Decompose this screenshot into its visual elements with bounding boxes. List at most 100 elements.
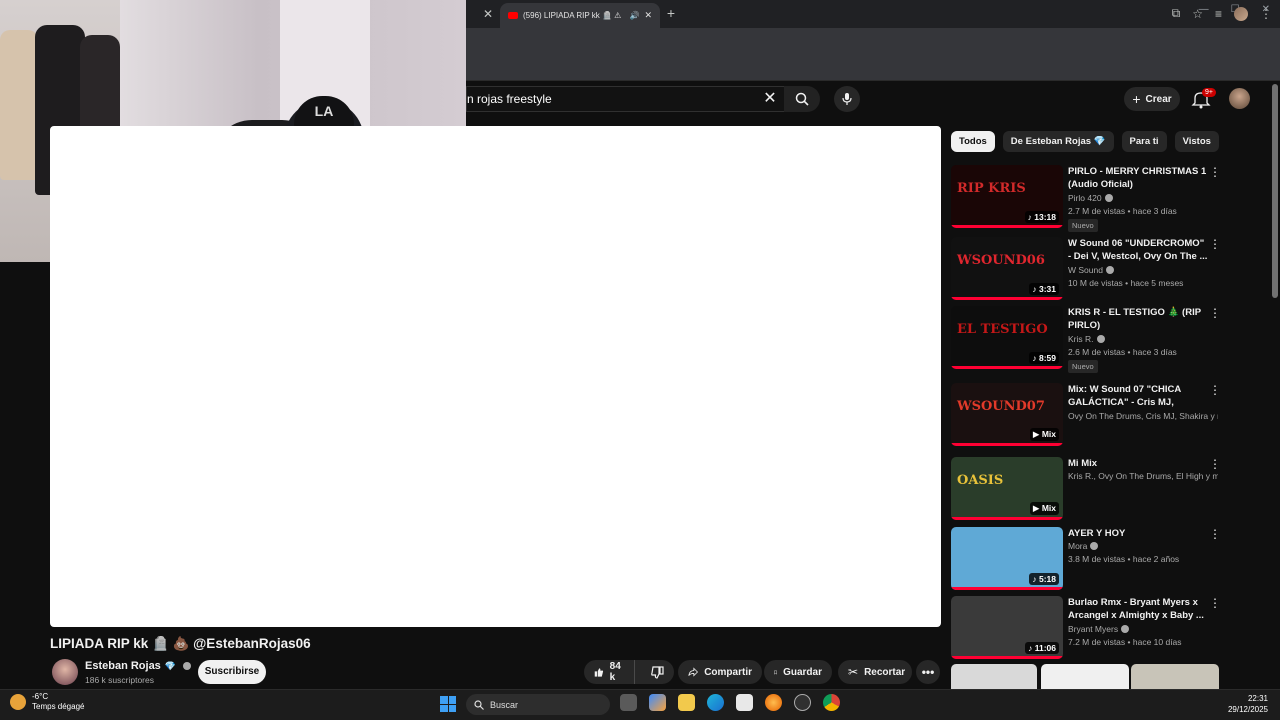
weather-sun-icon [10, 694, 26, 710]
windows-start-icon[interactable] [440, 696, 456, 712]
search-input[interactable]: n rojas freestyle [466, 86, 784, 112]
recommendation-meta: 3.8 M de vistas • hace 2 años [1068, 554, 1180, 564]
tab-close-button[interactable]: ✕ [644, 10, 652, 21]
watch-progress-bar [951, 366, 1063, 369]
plus-icon: + [1132, 91, 1141, 107]
recommendation-title[interactable]: Mi Mix [1068, 457, 1208, 470]
address-bar-actions: ⧉ ☆ ≡ ⋮ [1172, 6, 1272, 21]
media-control-icon[interactable]: ≡ [1215, 7, 1222, 21]
more-options-icon[interactable]: ⋮ [1209, 528, 1221, 540]
youtube-favicon-icon [508, 12, 518, 19]
clock-date: 29/12/2025 [1227, 705, 1268, 714]
recommendation-channel[interactable]: W Sound [1068, 265, 1218, 275]
chip-todos[interactable]: Todos [951, 131, 995, 152]
verified-check-icon [1090, 542, 1099, 550]
profile-avatar-icon[interactable] [1234, 6, 1248, 21]
chrome-icon[interactable] [823, 694, 840, 711]
create-button[interactable]: + Crear [1124, 87, 1180, 111]
recommendation-thumbnail[interactable]: OASIS ▶ Mix [951, 457, 1063, 520]
clip-button[interactable]: ✂ Recortar [838, 660, 912, 684]
taskbar-search-input[interactable]: Buscar [466, 694, 610, 715]
tab-close-icon[interactable]: ✕ [480, 6, 496, 22]
voice-search-button[interactable] [834, 86, 860, 112]
more-options-icon[interactable]: ⋮ [1209, 238, 1221, 250]
search-query-text: n rojas freestyle [467, 92, 552, 106]
clock-time: 22:31 [1247, 694, 1268, 703]
new-badge: Nuevo [1068, 219, 1098, 232]
video-player[interactable] [50, 126, 941, 627]
task-view-icon[interactable] [620, 694, 637, 711]
bookmark-star-icon[interactable]: ☆ [1192, 7, 1203, 21]
recommendation-item[interactable]: ♪ 5:18 AYER Y HOY Mora 3.8 M de vistas • ha… [951, 527, 1226, 591]
recommendation-thumbnail[interactable]: RIP KRIS ♪ 13:18 [951, 165, 1063, 228]
recommendation-title[interactable]: Mix: W Sound 07 "CHICA GALÁCTICA" - Cris… [1068, 383, 1208, 410]
subscribe-button[interactable]: Suscribirse [198, 660, 266, 684]
weather-widget[interactable]: -6°C Temps dégagé [10, 692, 84, 712]
more-options-icon[interactable]: ⋮ [1209, 307, 1221, 319]
open-in-app-icon[interactable]: ⧉ [1172, 6, 1181, 21]
recommendation-meta: 2.6 M de vistas • hace 3 días [1068, 347, 1177, 357]
recommendation-item[interactable]: WSOUND07 ▶ Mix Mix: W Sound 07 "CHICA GALÁ… [951, 383, 1226, 447]
subscriber-count: 186 k suscriptores [85, 675, 154, 685]
bookmark-icon [774, 670, 777, 675]
recommendation-item[interactable]: RIP KRIS ♪ 13:18 PIRLO - MERRY CHRISTMAS 1… [951, 165, 1226, 232]
recommendation-title[interactable]: W Sound 06 "UNDERCROMO" - Dei V, Westcol… [1068, 237, 1208, 263]
thumbs-up-icon [594, 667, 604, 677]
recommendation-thumbnail[interactable]: WSOUND06 ♪ 3:31 [951, 237, 1063, 300]
file-explorer-icon[interactable] [678, 694, 695, 711]
chip-para-ti[interactable]: Para ti [1121, 131, 1167, 152]
channel-avatar[interactable] [52, 659, 78, 685]
dislike-button[interactable] [641, 660, 674, 684]
recommendation-item[interactable]: ♪ 11:06 Burlao Rmx - Bryant Myers x Arcan… [951, 596, 1226, 660]
more-actions-button[interactable]: ••• [916, 660, 940, 684]
firefox-icon[interactable] [765, 694, 782, 711]
more-options-icon[interactable]: ⋮ [1209, 597, 1221, 609]
duration-badge: ♪ 5:18 [1029, 573, 1059, 585]
edge-icon[interactable] [707, 694, 724, 711]
recommendation-item[interactable]: OASIS ▶ Mix Mi Mix Kris R., Ovy On The Drum… [951, 457, 1226, 521]
chip-de-esteban-rojas[interactable]: De Esteban Rojas 💎 [1002, 131, 1114, 152]
recommendation-channel[interactable]: Kris R. [1068, 334, 1218, 344]
partial-recommendation-thumbs [951, 664, 1226, 689]
recommendation-thumbnail[interactable]: EL TESTIGO ♪ 8:59 [951, 306, 1063, 369]
more-options-icon[interactable]: ⋮ [1209, 384, 1221, 396]
search-button[interactable] [784, 86, 820, 112]
recommendation-item[interactable]: EL TESTIGO ♪ 8:59 KRIS R - EL TESTIGO 🎄 (R… [951, 306, 1226, 373]
like-button[interactable]: 84 k [584, 660, 636, 684]
copilot-icon[interactable] [649, 694, 666, 711]
taskbar-clock[interactable]: 22:31 29/12/2025 [1228, 693, 1268, 715]
clear-search-icon[interactable]: ✕ [760, 89, 780, 109]
recommendation-title[interactable]: PIRLO - MERRY CHRISTMAS 1 (Audio Oficial… [1068, 165, 1208, 191]
more-options-icon[interactable]: ⋮ [1209, 166, 1221, 178]
recommendation-channel[interactable]: Bryant Myers [1068, 624, 1218, 634]
more-options-icon[interactable]: ⋮ [1209, 458, 1221, 470]
channel-name-row[interactable]: Esteban Rojas 💎 [85, 660, 192, 672]
recommendation-title[interactable]: KRIS R - EL TESTIGO 🎄 (RIP PIRLO) [1068, 306, 1208, 332]
speaker-icon[interactable]: 🔊 [629, 11, 639, 20]
recommendation-thumbnail[interactable]: WSOUND07 ▶ Mix [951, 383, 1063, 446]
recommendation-item[interactable]: WSOUND06 ♪ 3:31 W Sound 06 "UNDERCROMO" - … [951, 237, 1226, 301]
new-badge: Nuevo [1068, 360, 1098, 373]
obs-icon[interactable] [794, 694, 811, 711]
chip-vistos[interactable]: Vistos [1174, 131, 1219, 152]
save-button[interactable]: Guardar [764, 660, 832, 684]
microsoft-store-icon[interactable] [736, 694, 753, 711]
browser-menu-icon[interactable]: ⋮ [1260, 7, 1272, 21]
verified-check-icon [1121, 625, 1130, 633]
account-avatar[interactable] [1229, 88, 1250, 109]
new-tab-button[interactable]: + [663, 5, 679, 21]
share-button[interactable]: Compartir [678, 660, 762, 684]
recommendation-channel[interactable]: Kris R., Ovy On The Drums, El High y muc… [1068, 471, 1218, 481]
recommendation-channel[interactable]: Pirlo 420 [1068, 193, 1218, 203]
recommendation-title[interactable]: AYER Y HOY [1068, 527, 1208, 540]
recommendation-channel[interactable]: Ovy On The Drums, Cris MJ, Shakira y m..… [1068, 411, 1218, 421]
recommendation-thumbnail[interactable]: ♪ 11:06 [951, 596, 1063, 659]
browser-tab-active[interactable]: (596) LIPIADA RIP kk 🪦 ⚠ 🔊 ✕ [500, 3, 660, 28]
recommendation-channel[interactable]: Mora [1068, 541, 1218, 551]
recommendation-thumbnail[interactable]: ♪ 5:18 [951, 527, 1063, 590]
channel-name[interactable]: Esteban Rojas [85, 660, 161, 672]
page-scrollbar[interactable] [1272, 84, 1278, 298]
recommendation-title[interactable]: Burlao Rmx - Bryant Myers x Arcangel x A… [1068, 596, 1208, 622]
watch-progress-bar [951, 443, 1063, 446]
clip-label: Recortar [864, 666, 906, 678]
